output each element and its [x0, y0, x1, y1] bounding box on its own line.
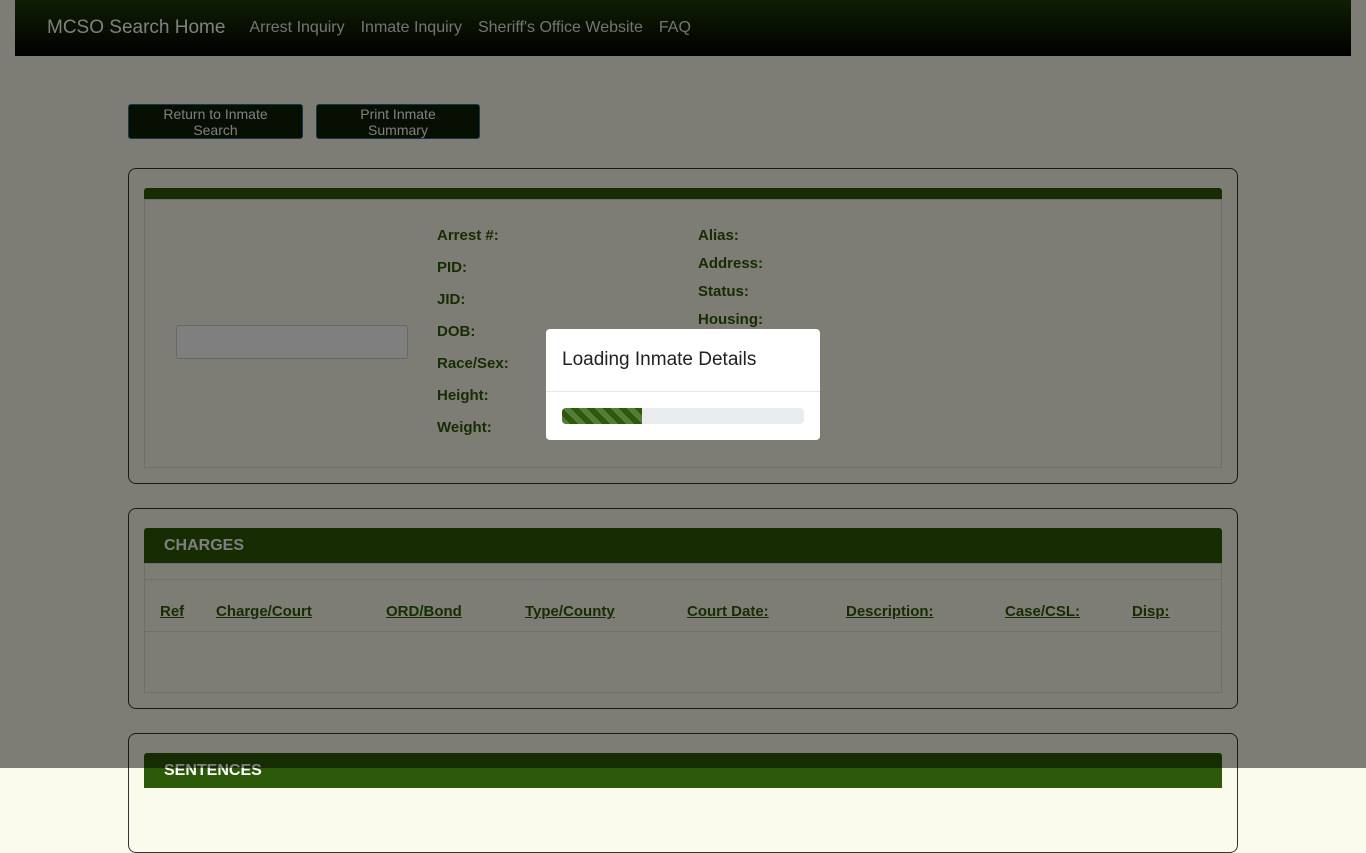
loading-progress-bar: [562, 408, 642, 424]
loading-progress: [562, 408, 804, 424]
loading-modal-title: Loading Inmate Details: [562, 349, 757, 370]
loading-modal-divider: [546, 391, 820, 392]
loading-modal: Loading Inmate Details: [546, 329, 820, 440]
